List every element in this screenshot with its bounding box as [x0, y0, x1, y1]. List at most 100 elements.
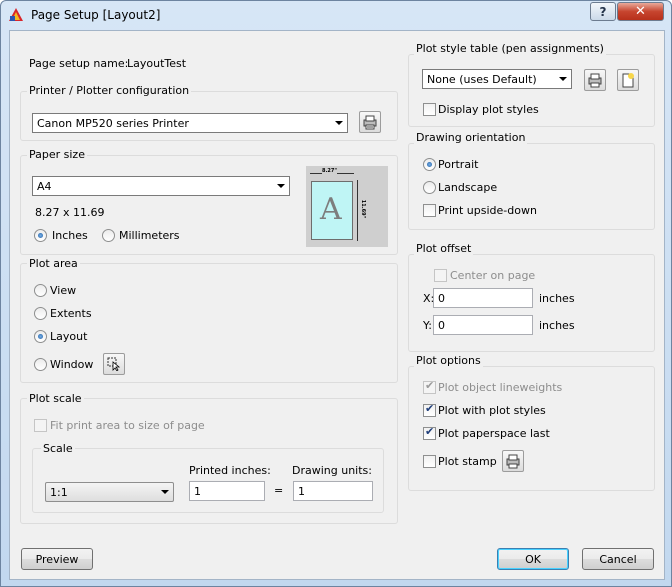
plot-paperspace-last-checkbox[interactable] [423, 425, 436, 440]
window-title: Page Setup [Layout2] [31, 8, 161, 22]
printer-select[interactable]: Canon MP520 series Printer [32, 113, 348, 133]
page-setup-name-label: Page setup name: [29, 57, 129, 70]
fit-to-paper-checkbox[interactable] [34, 419, 47, 432]
drawing-units-input[interactable]: 1 [293, 481, 373, 501]
scale-group-title: Scale [41, 442, 75, 455]
paper-size-select-value: A4 [37, 179, 52, 193]
units-inches-label: Inches [52, 229, 88, 242]
paper-width-label: 8.27" [322, 168, 337, 174]
paper-dimensions: 8.27 x 11.69 [35, 206, 105, 219]
page-setup-name-value: LayoutTest [127, 57, 187, 70]
offset-x-value: 0 [438, 291, 445, 305]
paper-height-label: 11.69" [360, 199, 367, 219]
plot-with-plot-styles-checkbox[interactable] [423, 402, 436, 417]
print-upside-down-label: Print upside-down [438, 204, 537, 217]
orientation-landscape-radio[interactable] [423, 181, 436, 194]
plot-scale-group-title: Plot scale [27, 392, 84, 405]
drawing-units-value: 1 [298, 484, 305, 498]
orientation-portrait-label: Portrait [438, 158, 479, 171]
plot-object-lineweights-checkbox[interactable] [423, 379, 436, 394]
plot-style-select-value: None (uses Default) [427, 72, 537, 86]
autocad-app-icon [9, 8, 23, 21]
offset-y-unit: inches [539, 319, 575, 332]
offset-y-value: 0 [438, 318, 445, 332]
plot-style-edit-icon [588, 73, 602, 88]
printer-properties-button[interactable] [359, 111, 381, 133]
plot-style-group-title: Plot style table (pen assignments) [414, 42, 606, 55]
plot-area-extents-radio[interactable] [34, 307, 47, 320]
ok-button[interactable]: OK [497, 548, 569, 570]
printed-inches-value: 1 [194, 484, 201, 498]
plot-stamp-settings-button[interactable] [502, 450, 524, 472]
plot-paperspace-last-label: Plot paperspace last [438, 427, 550, 440]
title-bar: Page Setup [Layout2] ? ✕ [1, 1, 671, 29]
fit-to-paper-label: Fit print area to size of page [50, 419, 205, 432]
pick-window-button[interactable] [103, 353, 125, 375]
chevron-down-icon [161, 490, 169, 494]
cursor-select-icon [107, 357, 121, 371]
offset-y-input[interactable]: 0 [433, 315, 533, 335]
dialog-body: Page setup name: LayoutTest Printer / Pl… [9, 30, 665, 580]
plot-area-window-label: Window [50, 358, 94, 371]
plot-area-layout-label: Layout [50, 330, 88, 343]
paper-preview: A 8.27" 11.69" [306, 166, 388, 247]
printed-inches-label: Printed inches: [189, 464, 271, 477]
plot-stamp-settings-icon [506, 454, 520, 469]
ok-button-label: OK [525, 552, 541, 566]
plot-area-view-label: View [50, 284, 77, 297]
orientation-landscape-label: Landscape [438, 181, 498, 194]
plot-with-plot-styles-label: Plot with plot styles [438, 404, 546, 417]
plot-area-extents-label: Extents [50, 307, 92, 320]
plot-offset-group-title: Plot offset [414, 242, 474, 255]
units-millimeters-radio[interactable] [102, 229, 115, 242]
units-inches-radio[interactable] [34, 229, 47, 242]
chevron-down-icon [277, 184, 285, 188]
plot-stamp-checkbox[interactable] [423, 455, 436, 468]
printer-select-value: Canon MP520 series Printer [37, 116, 189, 130]
plot-object-lineweights-label: Plot object lineweights [438, 381, 563, 394]
center-on-page-label: Center on page [450, 269, 536, 282]
orientation-portrait-radio[interactable] [423, 158, 436, 171]
scale-select[interactable]: 1:1 [45, 482, 174, 502]
paper-size-group-title: Paper size [27, 148, 87, 161]
plot-area-view-radio[interactable] [34, 284, 47, 297]
plot-area-group-title: Plot area [27, 257, 80, 270]
plot-style-select[interactable]: None (uses Default) [422, 69, 572, 89]
plot-area-layout-radio[interactable] [34, 330, 47, 343]
printer-properties-icon [363, 115, 377, 130]
display-plot-styles-checkbox[interactable] [423, 103, 436, 116]
preview-button[interactable]: Preview [21, 548, 93, 570]
units-millimeters-label: Millimeters [119, 229, 180, 242]
center-on-page-checkbox[interactable] [434, 269, 447, 282]
preview-button-label: Preview [35, 552, 79, 566]
plot-options-group-title: Plot options [414, 354, 483, 367]
new-document-icon [622, 73, 634, 88]
close-icon: ✕ [635, 4, 646, 19]
offset-x-input[interactable]: 0 [433, 288, 533, 308]
printer-group-title: Printer / Plotter configuration [27, 84, 192, 97]
chevron-down-icon [335, 121, 343, 125]
print-upside-down-checkbox[interactable] [423, 204, 436, 217]
equals-sign: = [274, 484, 284, 497]
plot-stamp-label: Plot stamp [438, 455, 497, 468]
display-plot-styles-label: Display plot styles [438, 103, 539, 116]
plot-style-new-button[interactable] [617, 69, 639, 91]
paper-size-select[interactable]: A4 [32, 176, 290, 196]
page-setup-dialog: Page Setup [Layout2] ? ✕ Page setup name… [0, 0, 672, 587]
offset-y-label: Y: [423, 319, 432, 332]
drawing-units-label: Drawing units: [292, 464, 372, 477]
cancel-button-label: Cancel [599, 552, 637, 566]
offset-x-unit: inches [539, 292, 575, 305]
close-button[interactable]: ✕ [617, 2, 664, 21]
plot-area-window-radio[interactable] [34, 358, 47, 371]
orientation-group-title: Drawing orientation [414, 131, 528, 144]
plot-style-edit-button[interactable] [584, 69, 606, 91]
scale-select-value: 1:1 [50, 485, 68, 499]
help-icon: ? [599, 4, 607, 19]
paper-height-line [357, 180, 358, 241]
printed-inches-input[interactable]: 1 [189, 481, 265, 501]
paper-preview-letter: A [320, 192, 342, 227]
cancel-button[interactable]: Cancel [582, 548, 654, 570]
chevron-down-icon [559, 77, 567, 81]
help-button[interactable]: ? [590, 2, 616, 21]
